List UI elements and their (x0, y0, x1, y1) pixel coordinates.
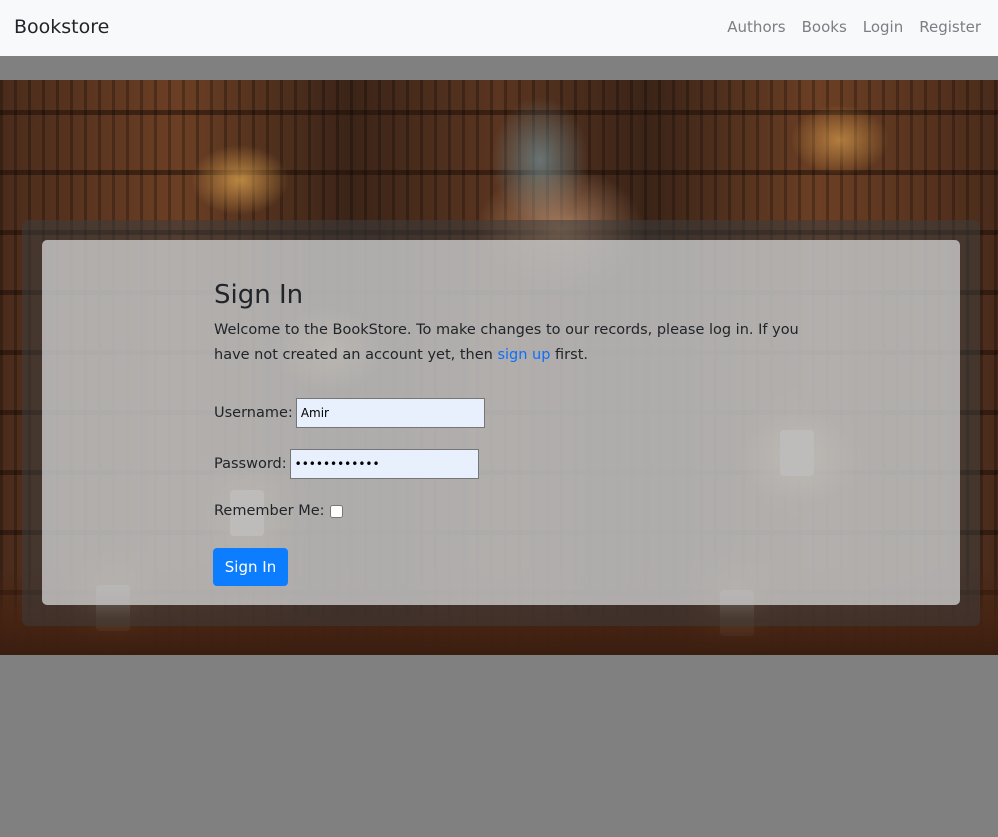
intro-text-end: first. (550, 347, 588, 363)
top-navbar: Bookstore Authors Books Login Register (0, 0, 998, 56)
remember-label: Remember Me: (214, 503, 325, 519)
nav-link-register[interactable]: Register (919, 18, 981, 36)
username-row: Username: (214, 398, 485, 428)
nav-links: Authors Books Login Register (727, 18, 981, 36)
page-title: Sign In (214, 280, 304, 310)
password-input[interactable] (289, 449, 479, 479)
nav-link-authors[interactable]: Authors (727, 18, 785, 36)
signup-link[interactable]: sign up (497, 347, 550, 363)
remember-checkbox[interactable] (329, 504, 343, 518)
nav-link-login[interactable]: Login (863, 18, 903, 36)
password-row: Password: (214, 449, 479, 479)
username-label: Username: (214, 405, 293, 421)
signin-card (42, 240, 960, 605)
username-input[interactable] (295, 398, 485, 428)
remember-row: Remember Me: (214, 503, 343, 519)
nav-link-books[interactable]: Books (802, 18, 847, 36)
password-label: Password: (214, 456, 287, 472)
brand-link[interactable]: Bookstore (14, 16, 109, 38)
signin-button[interactable]: Sign In (213, 548, 288, 586)
intro-text: Welcome to the BookStore. To make change… (214, 318, 814, 368)
